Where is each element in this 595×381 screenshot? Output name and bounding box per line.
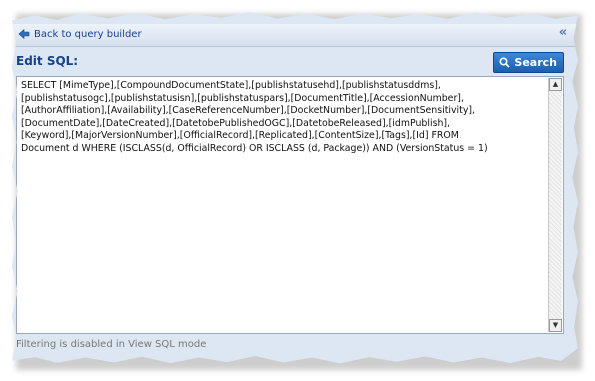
panel-toolbar: Back to query builder «	[12, 24, 578, 47]
back-link-label: Back to query builder	[34, 28, 142, 40]
sql-query-text[interactable]: SELECT [MimeType],[CompoundDocumentState…	[21, 80, 545, 330]
scroll-up-arrow-icon[interactable]: ▲	[549, 78, 562, 91]
collapse-panel-button[interactable]: «	[556, 26, 570, 42]
magnifier-icon	[499, 57, 511, 68]
back-to-query-builder-link[interactable]: Back to query builder	[18, 28, 142, 40]
search-button-label: Search	[514, 56, 557, 69]
edit-sql-label: Edit SQL:	[16, 54, 79, 68]
sql-textarea[interactable]: SELECT [MimeType],[CompoundDocumentState…	[16, 76, 564, 334]
scroll-down-arrow-icon[interactable]: ▼	[549, 319, 562, 332]
sql-editor-panel: Back to query builder « Edit SQL: Search…	[12, 12, 578, 364]
status-message: Filtering is disabled in View SQL mode	[16, 339, 207, 350]
vertical-scrollbar[interactable]: ▲ ▼	[548, 78, 562, 332]
search-button[interactable]: Search	[493, 52, 564, 73]
back-arrow-icon	[18, 28, 30, 40]
